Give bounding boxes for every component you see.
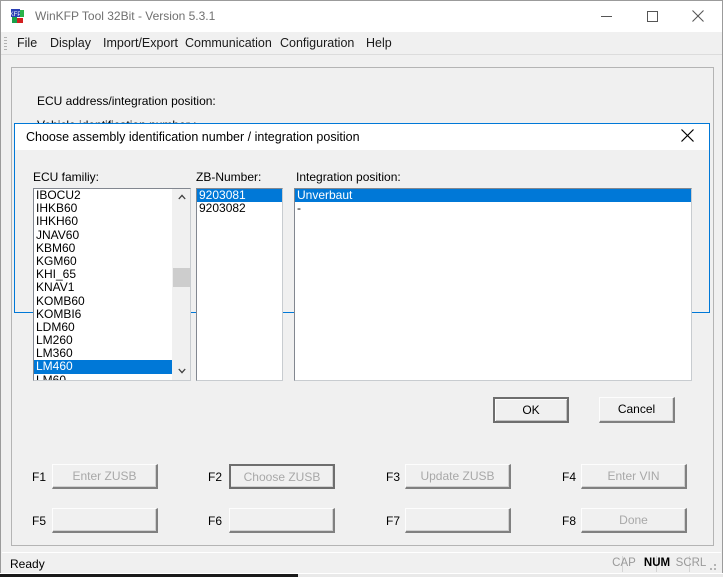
- desktop-bottom-edge: [0, 573, 723, 577]
- status-badge-num: NUM: [643, 557, 671, 569]
- ecu-family-item[interactable]: KNAV1: [34, 281, 190, 294]
- fkey-button-f5[interactable]: [52, 508, 158, 533]
- ecu-family-item[interactable]: LM60: [34, 373, 190, 380]
- ecu-family-item[interactable]: KBM60: [34, 241, 190, 255]
- scrollbar-thumb[interactable]: [173, 268, 190, 287]
- menu-item-file[interactable]: File: [15, 36, 39, 50]
- status-badge-scrl: SCRL: [675, 557, 707, 569]
- dialog-body: ECU familiy: ZB-Number: Integration posi…: [15, 150, 709, 423]
- status-badge-cap: CAP: [612, 557, 636, 569]
- choose-assembly-dialog: Choose assembly identification number / …: [14, 123, 710, 423]
- enter-zusb-button[interactable]: Enter ZUSB: [52, 464, 158, 489]
- integration-position-listbox[interactable]: Unverbaut -: [294, 188, 692, 381]
- ecu-family-item[interactable]: JNAV60: [34, 228, 190, 242]
- ecu-family-item[interactable]: KOMBI6: [34, 307, 190, 321]
- zb-number-list[interactable]: 9203081 9203082: [197, 189, 282, 380]
- fkey-button-f6[interactable]: [229, 508, 335, 533]
- menu-item-configuration[interactable]: Configuration: [278, 36, 356, 50]
- cancel-button[interactable]: Cancel: [599, 397, 675, 423]
- fkey-label-f8: F8: [562, 514, 577, 528]
- ok-button[interactable]: OK: [493, 397, 569, 423]
- enter-vin-button[interactable]: Enter VIN: [581, 464, 687, 489]
- integration-position-list[interactable]: Unverbaut -: [295, 189, 691, 380]
- menu-item-communication[interactable]: Communication: [183, 36, 274, 50]
- ecu-family-item[interactable]: KOMB60: [34, 294, 190, 308]
- svg-text:KFP: KFP: [10, 12, 21, 18]
- ecu-family-item[interactable]: IHKH60: [34, 215, 190, 228]
- app-kfp-icon: KFP: [10, 8, 27, 25]
- done-button[interactable]: Done: [581, 508, 687, 533]
- fkey-label-f2: F2: [208, 470, 223, 484]
- ecu-family-list[interactable]: IBOCU2 IHKB60 IHKH60 JNAV60 KBM60 KGM60 KHI_65…: [34, 189, 190, 380]
- ecu-family-item[interactable]: LM460: [34, 360, 190, 374]
- menu-item-display[interactable]: Display: [48, 36, 93, 50]
- menu-item-import-export[interactable]: Import/Export: [101, 36, 180, 50]
- menu-item-help[interactable]: Help: [364, 36, 394, 50]
- window-titlebar: KFP WinKFP Tool 32Bit - Version 5.3.1: [1, 1, 722, 32]
- fkey-label-f1: F1: [32, 470, 47, 484]
- close-icon[interactable]: [675, 1, 721, 31]
- statusbar: Ready CAP NUM SCRL: [2, 552, 721, 575]
- resize-grip-icon[interactable]: [707, 561, 718, 572]
- ecu-family-listbox[interactable]: IBOCU2 IHKB60 IHKH60 JNAV60 KBM60 KGM60 KHI_65…: [33, 188, 191, 381]
- menu-grip-handle[interactable]: [4, 37, 7, 50]
- integration-position-item[interactable]: -: [295, 201, 691, 215]
- menubar: File Display Import/Export Communication…: [1, 32, 722, 55]
- fkey-label-f5: F5: [32, 514, 47, 528]
- maximize-icon[interactable]: [629, 1, 675, 31]
- fkey-label-f7: F7: [386, 514, 401, 528]
- zb-number-listbox[interactable]: 9203081 9203082: [196, 188, 283, 381]
- label-zb-number: ZB-Number:: [196, 170, 262, 184]
- status-message: Ready: [10, 557, 45, 571]
- choose-zusb-button[interactable]: Choose ZUSB: [229, 464, 335, 489]
- scroll-down-arrow-icon[interactable]: [173, 363, 190, 380]
- zb-number-item[interactable]: 9203082: [197, 201, 282, 215]
- dialog-close-icon[interactable]: [665, 124, 709, 149]
- fkey-button-f7[interactable]: [405, 508, 511, 533]
- window-title: WinKFP Tool 32Bit - Version 5.3.1: [35, 9, 216, 23]
- scroll-up-arrow-icon[interactable]: [173, 189, 190, 206]
- minimize-icon[interactable]: [583, 1, 629, 31]
- fkey-label-f6: F6: [208, 514, 223, 528]
- fkey-label-f4: F4: [562, 470, 577, 484]
- ecu-family-scrollbar[interactable]: [172, 189, 190, 380]
- fkey-label-f3: F3: [386, 470, 401, 484]
- update-zusb-button[interactable]: Update ZUSB: [405, 464, 511, 489]
- dialog-titlebar: Choose assembly identification number / …: [15, 124, 709, 150]
- application-window: KFP WinKFP Tool 32Bit - Version 5.3.1 Fi…: [0, 0, 723, 577]
- dialog-title: Choose assembly identification number / …: [26, 130, 360, 144]
- label-ecu-family: ECU familiy:: [33, 170, 100, 184]
- label-ecu-address-integration-position: ECU address/integration position:: [37, 94, 216, 108]
- label-integration-position: Integration position:: [296, 170, 401, 184]
- integration-position-item[interactable]: Unverbaut: [295, 189, 691, 203]
